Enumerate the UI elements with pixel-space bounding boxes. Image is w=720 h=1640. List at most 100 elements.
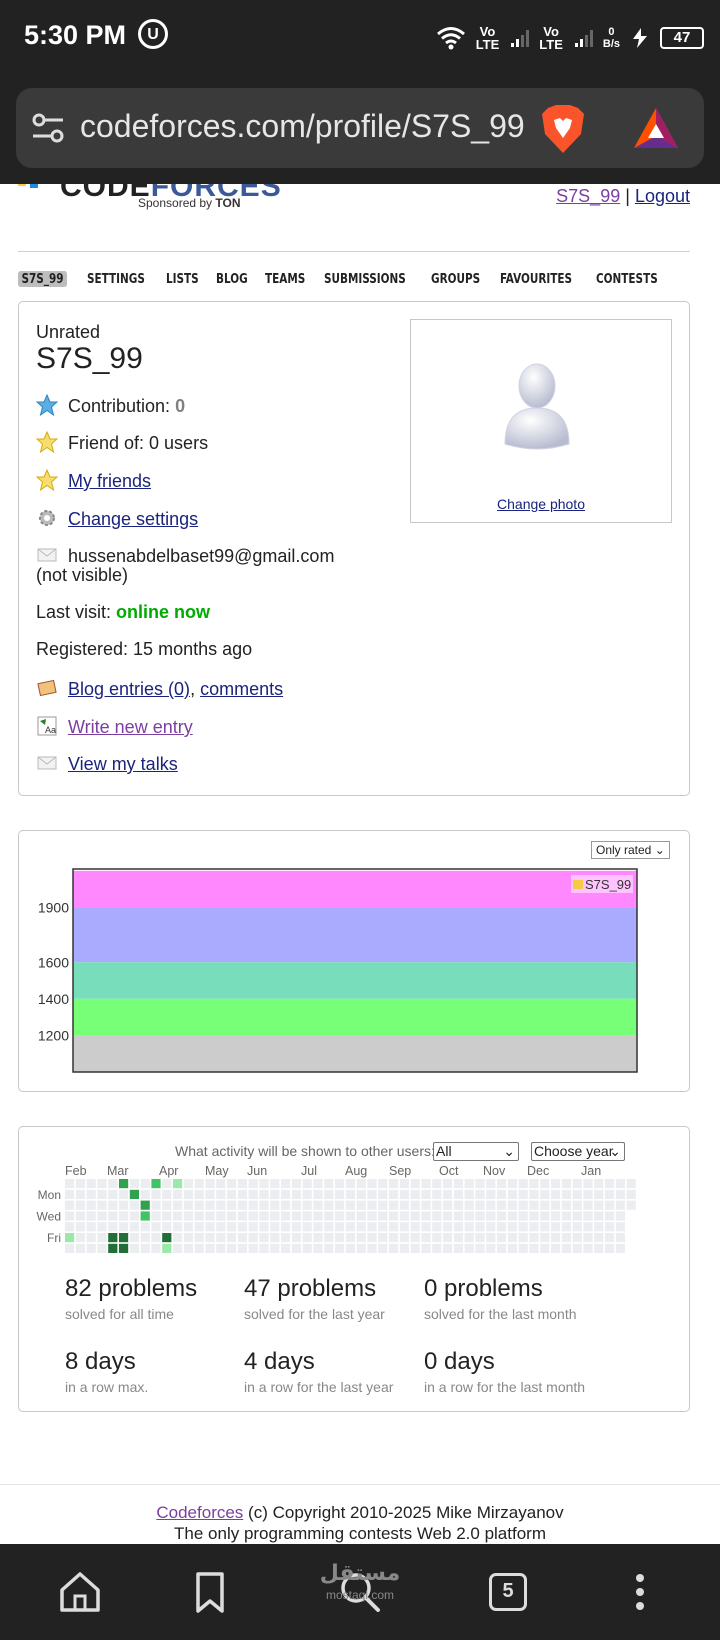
heatmap-cell [605, 1233, 615, 1243]
url-text[interactable]: codeforces.com/profile/S7S_99 [80, 108, 542, 148]
heatmap-cell [345, 1189, 355, 1199]
address-bar[interactable]: codeforces.com/profile/S7S_99 [16, 88, 704, 168]
heatmap-cell [486, 1200, 496, 1210]
net-speed-text: 0 B/s [602, 26, 620, 50]
view-talks-link[interactable]: View my talks [68, 754, 178, 774]
heatmap-cell [486, 1189, 496, 1199]
heatmap-cell [572, 1222, 582, 1232]
heatmap-cell [529, 1179, 539, 1189]
menu-item-favourites[interactable]: FAVOURITES [500, 271, 572, 287]
my-friends-link[interactable]: My friends [68, 471, 151, 491]
menu-item-blog[interactable]: BLOG [216, 271, 248, 287]
blog-entries-link[interactable]: Blog entries (0) [68, 679, 190, 699]
heatmap-cell [561, 1179, 571, 1189]
menu-item-contests[interactable]: CONTESTS [596, 271, 658, 287]
heatmap-cell [540, 1211, 550, 1221]
footer-codeforces-link[interactable]: Codeforces [156, 1503, 243, 1522]
heatmap-cell [432, 1200, 442, 1210]
menu-item-submissions[interactable]: SUBMISSIONS [324, 271, 406, 287]
heatmap-cell [421, 1243, 431, 1253]
heatmap-cell [216, 1222, 226, 1232]
heatmap-cell [259, 1233, 269, 1243]
volte-2-label: Vo LTE [539, 25, 563, 51]
home-icon[interactable] [54, 1566, 106, 1618]
heatmap-cell [335, 1200, 345, 1210]
heatmap-cell [410, 1222, 420, 1232]
heatmap-cell [540, 1200, 550, 1210]
bookmark-icon[interactable] [184, 1566, 236, 1618]
heatmap-cell [205, 1243, 215, 1253]
blog-row: Blog entries (0), comments [36, 677, 283, 700]
heatmap-cell [518, 1189, 528, 1199]
heatmap-cell [162, 1179, 172, 1189]
heatmap-cell [399, 1233, 409, 1243]
heatmap-cell [237, 1211, 247, 1221]
only-rated-select[interactable]: Only rated ⌄ [591, 841, 670, 859]
heatmap-cell [378, 1243, 388, 1253]
heatmap-cell [108, 1211, 118, 1221]
heatmap-cell [119, 1179, 129, 1189]
heatmap-cell [475, 1189, 485, 1199]
write-new-entry-link[interactable]: Write new entry [68, 717, 193, 737]
heatmap-cell [378, 1179, 388, 1189]
heatmap-cell [324, 1200, 334, 1210]
envelope-icon [37, 756, 57, 770]
blog-comma: , [190, 679, 201, 699]
heatmap-cell [421, 1200, 431, 1210]
heatmap-cell [389, 1233, 399, 1243]
heatmap-cell [205, 1222, 215, 1232]
logout-link[interactable]: Logout [635, 186, 690, 206]
heatmap-cell [443, 1200, 453, 1210]
tabs-button[interactable]: 5 [482, 1566, 534, 1618]
heatmap-cell [108, 1189, 118, 1199]
heatmap-cell [389, 1243, 399, 1253]
stat-streak-month-sub: in a row for the last month [424, 1379, 586, 1395]
menu-item-profile[interactable]: S7S_99 [18, 271, 67, 287]
volte-1-label: Vo LTE [476, 25, 500, 51]
heatmap-cell [151, 1222, 161, 1232]
heatmap-cell [281, 1200, 291, 1210]
stat-streak-year: 4 days in a row for the last year [244, 1348, 393, 1395]
header-user-link[interactable]: S7S_99 [556, 186, 620, 206]
heatmap-cell [540, 1189, 550, 1199]
heatmap-cell [313, 1189, 323, 1199]
heatmap-cell [421, 1222, 431, 1232]
heatmap-cell [302, 1222, 312, 1232]
heatmap-cell [367, 1189, 377, 1199]
menu-item-teams[interactable]: TEAMS [265, 271, 305, 287]
menu-item-lists[interactable]: LISTS [166, 271, 199, 287]
default-avatar-icon [504, 363, 570, 450]
heatmap-cell [302, 1211, 312, 1221]
menu-item-groups[interactable]: GROUPS [431, 271, 480, 287]
brave-rewards-icon[interactable] [632, 106, 680, 150]
heatmap-cell [173, 1200, 183, 1210]
legend-swatch [573, 880, 583, 889]
heatmap-cell [486, 1211, 496, 1221]
stat-solved-all-num: 82 problems [65, 1275, 198, 1302]
heatmap-cell [335, 1211, 345, 1221]
signal-2-icon [574, 29, 593, 47]
month-label: Aug [345, 1164, 367, 1178]
heatmap-cell [237, 1233, 247, 1243]
comments-link[interactable]: comments [200, 679, 283, 699]
heatmap-cell [108, 1233, 118, 1243]
heatmap-cell [421, 1189, 431, 1199]
day-label: Wed [37, 1209, 61, 1223]
more-menu-icon[interactable] [614, 1566, 666, 1618]
heatmap-cell [129, 1179, 139, 1189]
tab-count: 5 [502, 1580, 514, 1602]
rating-band-1400 [73, 962, 637, 999]
heatmap-cell [551, 1233, 561, 1243]
site-settings-icon[interactable] [30, 110, 66, 146]
rating-band-1000 [73, 1035, 637, 1072]
change-photo-link[interactable]: Change photo [411, 496, 671, 512]
change-settings-link[interactable]: Change settings [68, 509, 198, 529]
heatmap-cell [453, 1200, 463, 1210]
brave-shields-icon[interactable] [540, 104, 586, 154]
gear-icon [39, 510, 55, 526]
heatmap-cell [583, 1189, 593, 1199]
menu-item-settings[interactable]: SETTINGS [87, 271, 145, 287]
heatmap-cell [205, 1211, 215, 1221]
stat-solved-year-sub: solved for the last year [244, 1306, 385, 1322]
heatmap-cell [356, 1233, 366, 1243]
